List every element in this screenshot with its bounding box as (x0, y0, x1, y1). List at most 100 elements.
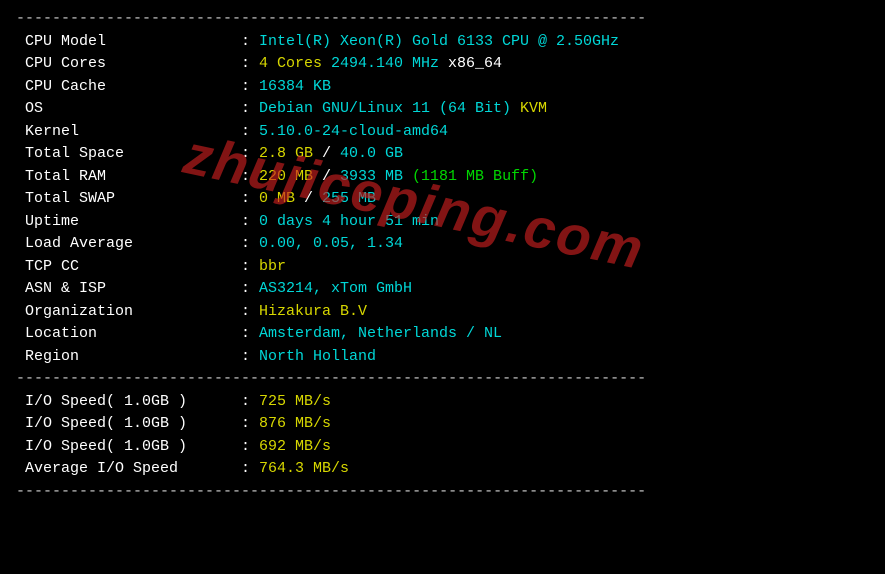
colon: : (241, 98, 259, 121)
colon: : (241, 278, 259, 301)
colon: : (241, 31, 259, 54)
colon: : (241, 166, 259, 189)
rows-value-part: (1181 MB Buff) (403, 168, 538, 185)
io_rows-row: I/O Speed( 1.0GB ): 692 MB/s (16, 436, 869, 459)
rows-row: Region: North Holland (16, 346, 869, 369)
rows-row: Organization: Hizakura B.V (16, 301, 869, 324)
rows-row: Location: Amsterdam, Netherlands / NL (16, 323, 869, 346)
rows-label: CPU Cache (16, 76, 241, 99)
rows-label: Location (16, 323, 241, 346)
rows-value-part: North Holland (259, 348, 376, 365)
rows-value-part: bbr (259, 258, 286, 275)
rows-row: CPU Model: Intel(R) Xeon(R) Gold 6133 CP… (16, 31, 869, 54)
rows-label: Uptime (16, 211, 241, 234)
io_rows-row: I/O Speed( 1.0GB ): 876 MB/s (16, 413, 869, 436)
rows-row: CPU Cache: 16384 KB (16, 76, 869, 99)
colon: : (241, 256, 259, 279)
io_rows-label: I/O Speed( 1.0GB ) (16, 391, 241, 414)
rows-value-part: 2494.140 MHz (322, 55, 448, 72)
colon: : (241, 458, 259, 481)
rows-label: CPU Model (16, 31, 241, 54)
colon: : (241, 76, 259, 99)
rows-row: CPU Cores: 4 Cores 2494.140 MHz x86_64 (16, 53, 869, 76)
rows-value-part: 4 Cores (259, 55, 322, 72)
rows-label: Organization (16, 301, 241, 324)
io-speed-section: I/O Speed( 1.0GB ): 725 MB/s I/O Speed( … (16, 391, 869, 481)
rows-label: Load Average (16, 233, 241, 256)
rows-label: ASN & ISP (16, 278, 241, 301)
rows-label: Kernel (16, 121, 241, 144)
colon: : (241, 391, 259, 414)
rows-row: Load Average: 0.00, 0.05, 1.34 (16, 233, 869, 256)
rows-value: 4 Cores 2494.140 MHz x86_64 (259, 53, 869, 76)
rows-value: Debian GNU/Linux 11 (64 Bit) KVM (259, 98, 869, 121)
rows-value-part: 0 days 4 hour 51 min (259, 213, 439, 230)
divider-top: ----------------------------------------… (16, 8, 869, 31)
rows-label: Region (16, 346, 241, 369)
rows-value-part: KVM (520, 100, 547, 117)
colon: : (241, 346, 259, 369)
rows-value: 0.00, 0.05, 1.34 (259, 233, 869, 256)
rows-label: OS (16, 98, 241, 121)
io_rows-label: I/O Speed( 1.0GB ) (16, 413, 241, 436)
io_rows-row: I/O Speed( 1.0GB ): 725 MB/s (16, 391, 869, 414)
rows-label: TCP CC (16, 256, 241, 279)
rows-value-part: 3933 MB (340, 168, 403, 185)
colon: : (241, 211, 259, 234)
rows-row: Total Space: 2.8 GB / 40.0 GB (16, 143, 869, 166)
rows-value: Amsterdam, Netherlands / NL (259, 323, 869, 346)
rows-value-part: Debian GNU/Linux 11 (64 Bit) (259, 100, 520, 117)
colon: : (241, 301, 259, 324)
rows-label: Total SWAP (16, 188, 241, 211)
rows-label: Total Space (16, 143, 241, 166)
colon: : (241, 436, 259, 459)
colon: : (241, 143, 259, 166)
rows-value: 2.8 GB / 40.0 GB (259, 143, 869, 166)
system-info-section: CPU Model: Intel(R) Xeon(R) Gold 6133 CP… (16, 31, 869, 369)
rows-value-part: / (313, 168, 340, 185)
io_rows-value-part: 725 MB/s (259, 393, 331, 410)
io_rows-value-part: 692 MB/s (259, 438, 331, 455)
rows-value-part: Hizakura B.V (259, 303, 367, 320)
rows-value-part: AS3214, xTom GmbH (259, 280, 412, 297)
rows-value-part: 255 MB (322, 190, 376, 207)
rows-value: bbr (259, 256, 869, 279)
rows-label: Total RAM (16, 166, 241, 189)
rows-value-part: 0 MB (259, 190, 295, 207)
io_rows-value: 764.3 MB/s (259, 458, 869, 481)
rows-value: AS3214, xTom GmbH (259, 278, 869, 301)
rows-value-part: 2.8 GB (259, 145, 313, 162)
colon: : (241, 413, 259, 436)
rows-value: 0 MB / 255 MB (259, 188, 869, 211)
divider-bottom: ----------------------------------------… (16, 481, 869, 504)
rows-value-part: 5.10.0-24-cloud-amd64 (259, 123, 448, 140)
io_rows-value-part: 764.3 MB/s (259, 460, 349, 477)
rows-value: 16384 KB (259, 76, 869, 99)
io_rows-label: Average I/O Speed (16, 458, 241, 481)
io_rows-label: I/O Speed( 1.0GB ) (16, 436, 241, 459)
rows-value-part: x86_64 (448, 55, 502, 72)
rows-value-part: Amsterdam, Netherlands / NL (259, 325, 502, 342)
rows-value-part: 0.00, 0.05, 1.34 (259, 235, 403, 252)
rows-row: ASN & ISP: AS3214, xTom GmbH (16, 278, 869, 301)
rows-row: TCP CC: bbr (16, 256, 869, 279)
io_rows-value: 692 MB/s (259, 436, 869, 459)
rows-value: Intel(R) Xeon(R) Gold 6133 CPU @ 2.50GHz (259, 31, 869, 54)
rows-value: 5.10.0-24-cloud-amd64 (259, 121, 869, 144)
rows-value: 0 days 4 hour 51 min (259, 211, 869, 234)
rows-value-part: / (295, 190, 322, 207)
io_rows-value: 876 MB/s (259, 413, 869, 436)
rows-value-part: 16384 KB (259, 78, 331, 95)
io_rows-value: 725 MB/s (259, 391, 869, 414)
colon: : (241, 53, 259, 76)
colon: : (241, 323, 259, 346)
colon: : (241, 233, 259, 256)
io_rows-row: Average I/O Speed: 764.3 MB/s (16, 458, 869, 481)
rows-label: CPU Cores (16, 53, 241, 76)
colon: : (241, 188, 259, 211)
rows-value: 220 MB / 3933 MB (1181 MB Buff) (259, 166, 869, 189)
rows-row: Total SWAP: 0 MB / 255 MB (16, 188, 869, 211)
colon: : (241, 121, 259, 144)
rows-value-part: / (313, 145, 340, 162)
rows-value-part: 40.0 GB (340, 145, 403, 162)
